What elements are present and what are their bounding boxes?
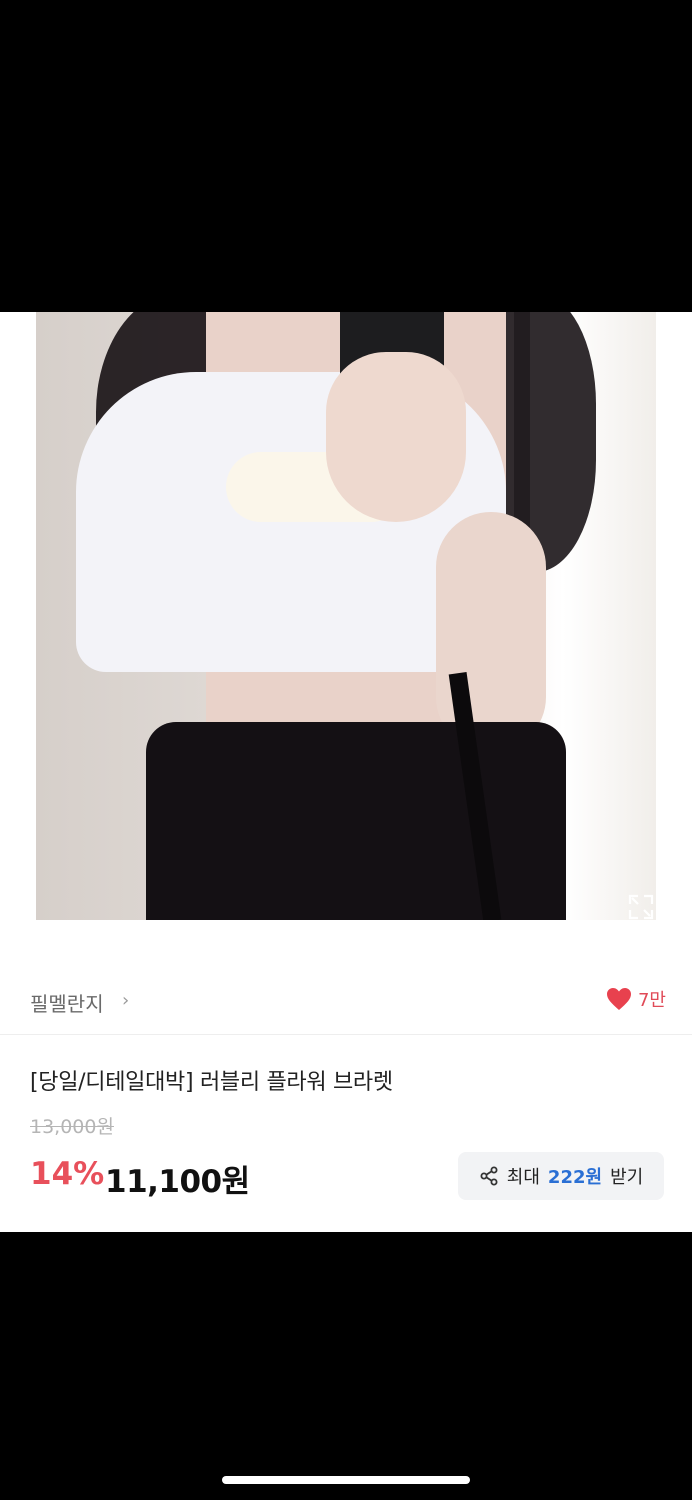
reward-prefix: 최대 xyxy=(506,1167,540,1188)
photo-arm xyxy=(436,512,546,752)
discount-rate: 14% xyxy=(30,1156,105,1192)
photo-skirt xyxy=(146,722,566,920)
expand-icon[interactable] xyxy=(628,894,654,920)
home-indicator[interactable] xyxy=(222,1476,470,1484)
product-title: [당일/디테일대박] 러블리 플라워 브라렛 xyxy=(30,1070,393,1095)
share-reward-button[interactable]: 최대 222원 받기 xyxy=(458,1152,664,1200)
like-count: 7만 xyxy=(637,990,666,1011)
reward-suffix: 받기 xyxy=(610,1167,644,1188)
sale-price: 11,100원 xyxy=(105,1164,250,1200)
product-card: 필멜란지 › 7만 [당일/디테일대박] 러블리 플라워 브라렛 13,000원… xyxy=(0,312,692,1232)
heart-icon xyxy=(606,988,631,1010)
reward-amount: 222원 xyxy=(547,1167,603,1188)
like-button[interactable]: 7만 xyxy=(606,986,666,1012)
original-price: 13,000원 xyxy=(30,1116,114,1138)
share-icon xyxy=(480,1166,498,1186)
brand-name[interactable]: 필멜란지 xyxy=(30,988,104,1017)
brand-row[interactable]: 필멜란지 › 7만 xyxy=(0,970,692,1035)
product-photo[interactable] xyxy=(36,312,656,920)
chevron-right-icon: › xyxy=(122,990,130,1011)
photo-hand xyxy=(326,352,466,522)
